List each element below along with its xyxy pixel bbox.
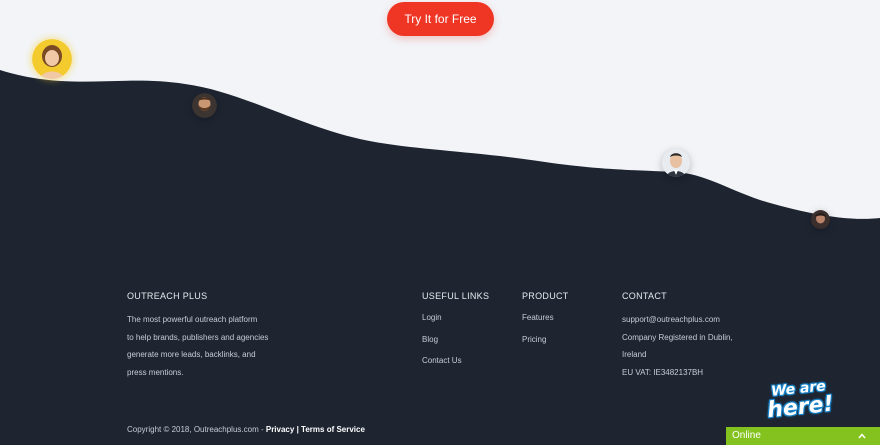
terms-of-service-link[interactable]: Terms of Service: [301, 425, 365, 434]
footer-brand-column: OUTREACH PLUS The most powerful outreach…: [127, 291, 327, 381]
copyright-text: Copyright © 2018, Outreachplus.com -: [127, 425, 266, 434]
contact-vat: EU VAT: IE3482137BH: [622, 367, 704, 377]
avatar-woman: [32, 39, 72, 79]
contact-us-link[interactable]: Contact Us: [422, 350, 512, 372]
chat-we-are-here-badge[interactable]: We are here!: [753, 377, 847, 430]
chevron-up-icon[interactable]: [858, 429, 866, 440]
description-line: generate more leads, backlinks, and: [127, 350, 256, 359]
privacy-link[interactable]: Privacy: [266, 425, 294, 434]
login-link[interactable]: Login: [422, 307, 512, 329]
description-line: The most powerful outreach platform: [127, 315, 258, 324]
footer-brand-title: OUTREACH PLUS: [127, 291, 208, 301]
avatar-man-suit: [662, 149, 690, 177]
chat-status-label: Online: [732, 430, 761, 441]
chat-online-bar[interactable]: Online: [726, 427, 880, 445]
contact-title: CONTACT: [622, 291, 667, 301]
copyright-line: Copyright © 2018, Outreachplus.com - Pri…: [127, 425, 365, 434]
description-line: to help brands, publishers and agencies: [127, 332, 269, 342]
avatar-person-dark: [811, 210, 830, 229]
footer-brand-description: The most powerful outreach platform to h…: [127, 311, 327, 381]
avatar-bearded-man: [192, 93, 217, 118]
contact-email[interactable]: support@outreachplus.com: [622, 311, 782, 329]
contact-details: support@outreachplus.com Company Registe…: [622, 311, 782, 381]
footer-contact-column: CONTACT support@outreachplus.com Company…: [622, 291, 782, 381]
blog-link[interactable]: Blog: [422, 329, 512, 351]
features-link[interactable]: Features: [522, 307, 612, 329]
contact-line: Ireland: [622, 350, 647, 359]
description-line: press mentions.: [127, 367, 184, 377]
product-title: PRODUCT: [522, 291, 569, 301]
copyright-separator: |: [296, 425, 299, 434]
useful-links-title: USEFUL LINKS: [422, 291, 490, 301]
contact-line: Company Registered in Dublin,: [622, 332, 733, 342]
footer-product-column: PRODUCT Features Pricing: [522, 291, 612, 350]
try-free-button[interactable]: Try It for Free: [387, 2, 494, 36]
pricing-link[interactable]: Pricing: [522, 329, 612, 351]
footer-useful-links-column: USEFUL LINKS Login Blog Contact Us: [422, 291, 512, 372]
